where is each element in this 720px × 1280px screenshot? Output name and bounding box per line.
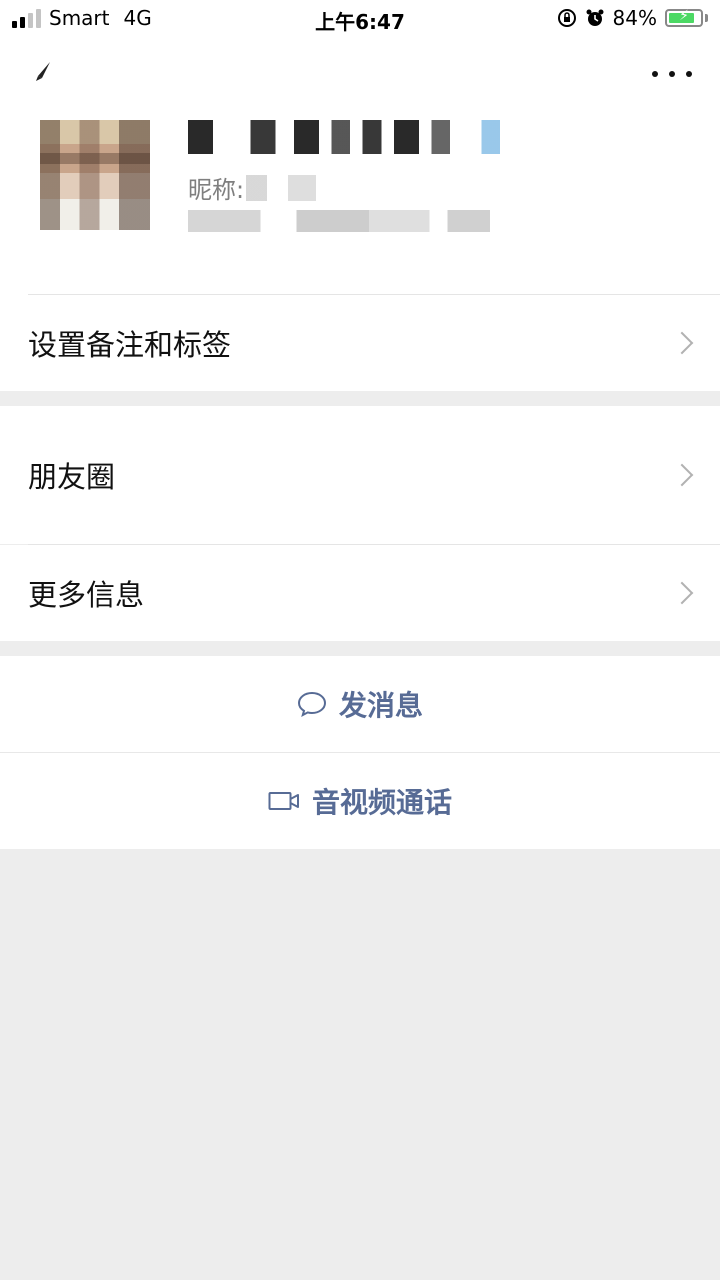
more-icon-dot: [686, 71, 692, 77]
av-call-button[interactable]: 音视频通话: [0, 753, 720, 849]
moments-label: 朋友圈: [28, 460, 116, 494]
more-icon-dot: [669, 71, 675, 77]
moments-row[interactable]: 朋友圈: [0, 406, 720, 544]
nickname-label: 昵称:: [188, 176, 245, 204]
video-camera-icon: [268, 792, 299, 810]
more-info-label: 更多信息: [28, 578, 145, 612]
chevron-right-icon: [670, 331, 694, 355]
more-info-row[interactable]: 更多信息: [0, 545, 720, 641]
wechat-id-redacted: [188, 210, 490, 232]
remark-tags-row[interactable]: 设置备注和标签: [0, 295, 720, 391]
send-message-label: 发消息: [338, 689, 423, 722]
back-icon: [36, 62, 50, 81]
profile-header: 昵称: 设置备注和标签: [0, 38, 720, 391]
battery-cap: [705, 14, 708, 22]
status-right: 84% ⚡: [557, 6, 708, 30]
display-name-redacted: [188, 120, 500, 154]
back-button[interactable]: [28, 56, 64, 92]
more-icon-dot: [652, 71, 658, 77]
alarm-icon: [586, 9, 604, 26]
more-button[interactable]: [652, 60, 692, 88]
nickname-value-redacted: [246, 174, 317, 201]
av-call-label: 音视频通话: [311, 786, 452, 819]
battery-icon: ⚡: [665, 8, 703, 27]
remark-tags-label: 设置备注和标签: [28, 328, 232, 362]
action-block: 发消息 音视频通话: [0, 656, 720, 849]
nickname-row: 昵称:: [188, 170, 317, 205]
chevron-right-icon: [670, 463, 694, 487]
chat-bubble-icon: [297, 691, 326, 717]
status-bar: Smart 4G 上午6:47 84% ⚡: [0, 0, 720, 38]
chevron-right-icon: [670, 581, 694, 605]
avatar[interactable]: [40, 120, 150, 230]
orientation-lock-icon: [557, 9, 576, 27]
battery-percent: 84%: [612, 6, 657, 30]
send-message-button[interactable]: 发消息: [0, 656, 720, 752]
